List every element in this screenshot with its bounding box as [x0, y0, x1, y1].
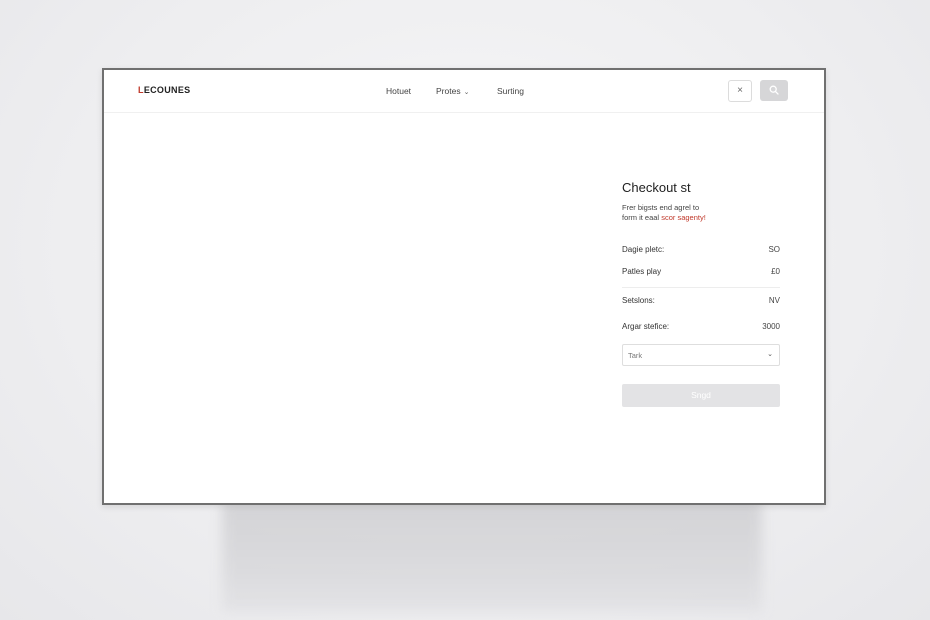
nav-item-label: Surting	[497, 86, 524, 96]
browser-window: LECOUNES Hotuet Protes ⌄ Surting × Checko…	[102, 68, 826, 505]
option-select[interactable]: Tark ⌄	[622, 344, 780, 366]
summary-value: SO	[768, 245, 780, 254]
checkout-description: Frer bigsts end agrel to form it eaal sc…	[622, 203, 780, 223]
search-icon	[769, 85, 779, 95]
search-button[interactable]	[760, 80, 788, 101]
description-prefix: form it eaal	[622, 213, 662, 222]
checkout-panel: Checkout st Frer bigsts end agrel to for…	[622, 180, 780, 407]
description-line-1: Frer bigsts end agrel to	[622, 203, 700, 212]
description-highlight: scor sagenty!	[661, 213, 706, 222]
shadow-backdrop	[222, 500, 762, 612]
nav-item-surting[interactable]: Surting	[497, 86, 524, 96]
summary-value: £0	[771, 267, 780, 276]
chevron-down-icon: ⌄	[767, 351, 773, 358]
top-navbar: LECOUNES Hotuet Protes ⌄ Surting ×	[104, 70, 824, 113]
summary-row: Patles play £0	[622, 261, 780, 283]
nav-item-protes[interactable]: Protes ⌄	[436, 86, 469, 96]
summary-row: Argar stefice: 3000	[622, 316, 780, 338]
brand-logo[interactable]: LECOUNES	[138, 85, 190, 95]
checkout-title: Checkout st	[622, 180, 691, 195]
summary-label: Setslons:	[622, 296, 655, 305]
description-line-2: form it eaal scor sagenty!	[622, 213, 780, 223]
summary-label: Argar stefice:	[622, 322, 670, 331]
nav-item-label: Hotuet	[386, 86, 412, 96]
close-button[interactable]: ×	[728, 80, 752, 102]
chevron-down-icon: ⌄	[463, 89, 470, 96]
summary-label: Dagie pletc:	[622, 245, 665, 254]
summary-label: Patles play	[622, 267, 662, 276]
logo-text: ECOUNES	[143, 85, 191, 95]
summary-row: Setslons: NV	[622, 287, 780, 314]
summary-value: 3000	[762, 322, 780, 331]
select-value: Tark	[628, 351, 643, 360]
summary-value: NV	[768, 296, 780, 305]
nav-item-hotuet[interactable]: Hotuet	[386, 86, 411, 96]
close-icon: ×	[737, 85, 743, 96]
nav-item-label: Protes	[436, 86, 461, 96]
submit-button[interactable]: Sngd	[622, 384, 780, 407]
summary-row: Dagie pletc: SO	[622, 239, 780, 261]
